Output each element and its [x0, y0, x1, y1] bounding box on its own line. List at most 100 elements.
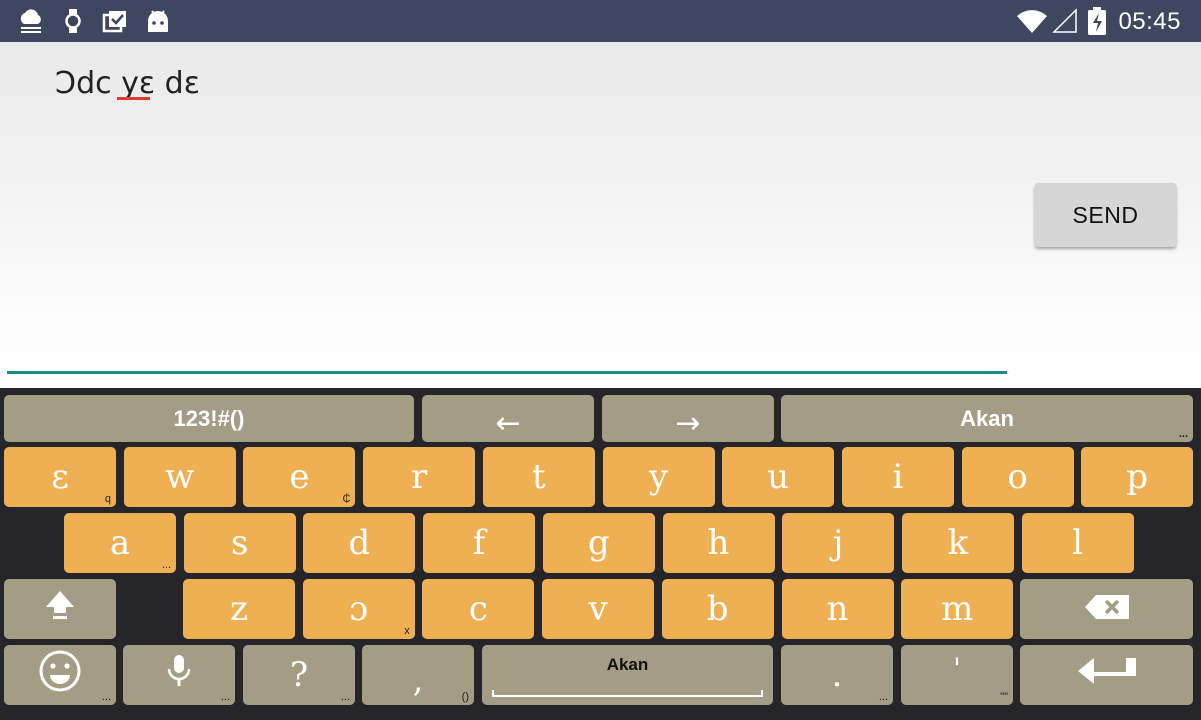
soft-keyboard: 123!#() ← → Akan ... ... ... ? ... , () … — [0, 388, 1201, 720]
key-label: w — [165, 457, 195, 497]
key-row3-6[interactable]: m — [901, 579, 1014, 639]
microphone-icon — [166, 653, 192, 698]
key-label: a — [109, 523, 131, 563]
key-row2-6[interactable]: j — [782, 513, 895, 573]
key-row3-1[interactable]: ɔx — [302, 579, 415, 639]
apostrophe-key-hint: "" — [1000, 691, 1008, 703]
key-row1-1[interactable]: w — [123, 447, 236, 507]
key-label: k — [947, 523, 969, 563]
key-row1-2[interactable]: e ₵ — [243, 447, 356, 507]
battery-charging-icon — [1087, 6, 1107, 36]
input-underline — [7, 371, 1007, 374]
cell-signal-icon — [1052, 6, 1078, 36]
key-row3-3[interactable]: v — [542, 579, 655, 639]
key-row1-8[interactable]: o — [961, 447, 1074, 507]
key-row2-3[interactable]: f — [423, 513, 536, 573]
key-label: v — [588, 589, 608, 629]
symbols-key-label: 123!#() — [173, 405, 245, 431]
key-row3-4[interactable]: b — [661, 579, 774, 639]
key-label: ɛ — [51, 457, 69, 497]
arrow-left-icon: ← — [495, 405, 521, 441]
backspace-icon — [1084, 589, 1130, 629]
checklist-icon — [100, 6, 130, 36]
microphone-key-hint: ... — [220, 691, 230, 703]
key-label: c — [468, 589, 488, 629]
comma-key-hint: () — [461, 691, 469, 703]
symbols-key[interactable]: 123!#() — [4, 395, 414, 442]
enter-icon — [1076, 655, 1138, 695]
spellcheck-underline — [117, 97, 150, 100]
key-row2-5[interactable]: h — [662, 513, 775, 573]
message-input[interactable]: Ɔdc yɛ dɛ — [55, 66, 200, 101]
send-button[interactable]: SEND — [1035, 183, 1176, 247]
key-row1-6[interactable]: u — [722, 447, 835, 507]
key-label: b — [706, 589, 729, 629]
key-row2-7[interactable]: k — [901, 513, 1014, 573]
key-row1-3[interactable]: r — [363, 447, 476, 507]
comma-key-label: , — [412, 660, 424, 700]
key-label: y — [648, 457, 669, 497]
status-bar: 05:45 — [0, 0, 1201, 42]
key-label: f — [472, 523, 486, 563]
compose-area: Ɔdc yɛ dɛ SEND — [0, 42, 1201, 388]
smiley-icon — [38, 649, 82, 702]
key-row2-8[interactable]: l — [1021, 513, 1134, 573]
watch-icon — [62, 6, 84, 36]
key-row1-4[interactable]: t — [482, 447, 595, 507]
shift-key[interactable] — [4, 579, 116, 639]
key-row3-0[interactable]: z — [183, 579, 295, 639]
key-label: g — [587, 523, 610, 563]
space-bar-icon — [492, 690, 763, 697]
space-key[interactable]: Akan — [482, 645, 773, 705]
cursor-right-key[interactable]: → — [602, 395, 774, 442]
period-key-label: . — [831, 655, 843, 695]
key-label: d — [348, 523, 371, 563]
period-key[interactable]: . ... — [781, 645, 893, 705]
emoji-key-hint: ... — [101, 691, 111, 703]
question-key-label: ? — [289, 655, 309, 695]
question-key-hint: ... — [340, 691, 350, 703]
key-label: t — [531, 457, 546, 497]
key-row2-4[interactable]: g — [542, 513, 655, 573]
microphone-key[interactable]: ... — [123, 645, 235, 705]
key-row1-5[interactable]: y — [602, 447, 715, 507]
language-key-label: Akan — [960, 405, 1014, 431]
key-hint: ₵ — [342, 493, 351, 505]
key-label: s — [230, 523, 249, 563]
key-row2-2[interactable]: d — [303, 513, 416, 573]
space-key-label: Akan — [606, 655, 649, 674]
key-label: z — [230, 589, 248, 629]
key-hint: x — [404, 625, 410, 637]
key-row1-0[interactable]: ɛq — [4, 447, 116, 507]
key-label: e — [289, 457, 310, 497]
status-time: 05:45 — [1118, 8, 1181, 35]
key-label: l — [1072, 523, 1084, 563]
key-label: i — [892, 457, 904, 497]
backspace-key[interactable] — [1020, 579, 1193, 639]
key-row3-5[interactable]: n — [781, 579, 894, 639]
cloud-weather-icon — [16, 6, 46, 36]
apostrophe-key-label: ' — [953, 652, 961, 685]
cursor-left-key[interactable]: ← — [422, 395, 594, 442]
enter-key[interactable] — [1020, 645, 1193, 705]
key-label: m — [941, 589, 974, 629]
key-row1-9[interactable]: p — [1081, 447, 1194, 507]
key-label: o — [1007, 457, 1028, 497]
apostrophe-key[interactable]: ' "" — [901, 645, 1013, 705]
key-row3-2[interactable]: c — [422, 579, 535, 639]
question-key[interactable]: ? ... — [243, 645, 355, 705]
language-key[interactable]: Akan ... — [781, 395, 1193, 442]
wifi-icon — [1016, 6, 1048, 36]
key-hint: ... — [161, 559, 171, 571]
key-row2-0[interactable]: a... — [64, 513, 176, 573]
shift-icon — [43, 589, 77, 630]
key-label: r — [410, 457, 428, 497]
key-hint: q — [104, 493, 111, 505]
key-row2-1[interactable]: s — [183, 513, 296, 573]
arrow-right-icon: → — [675, 405, 701, 441]
emoji-key[interactable]: ... — [4, 645, 116, 705]
key-label: h — [707, 523, 730, 563]
comma-key[interactable]: , () — [362, 645, 474, 705]
key-row1-7[interactable]: i — [841, 447, 954, 507]
key-label: j — [832, 523, 844, 563]
